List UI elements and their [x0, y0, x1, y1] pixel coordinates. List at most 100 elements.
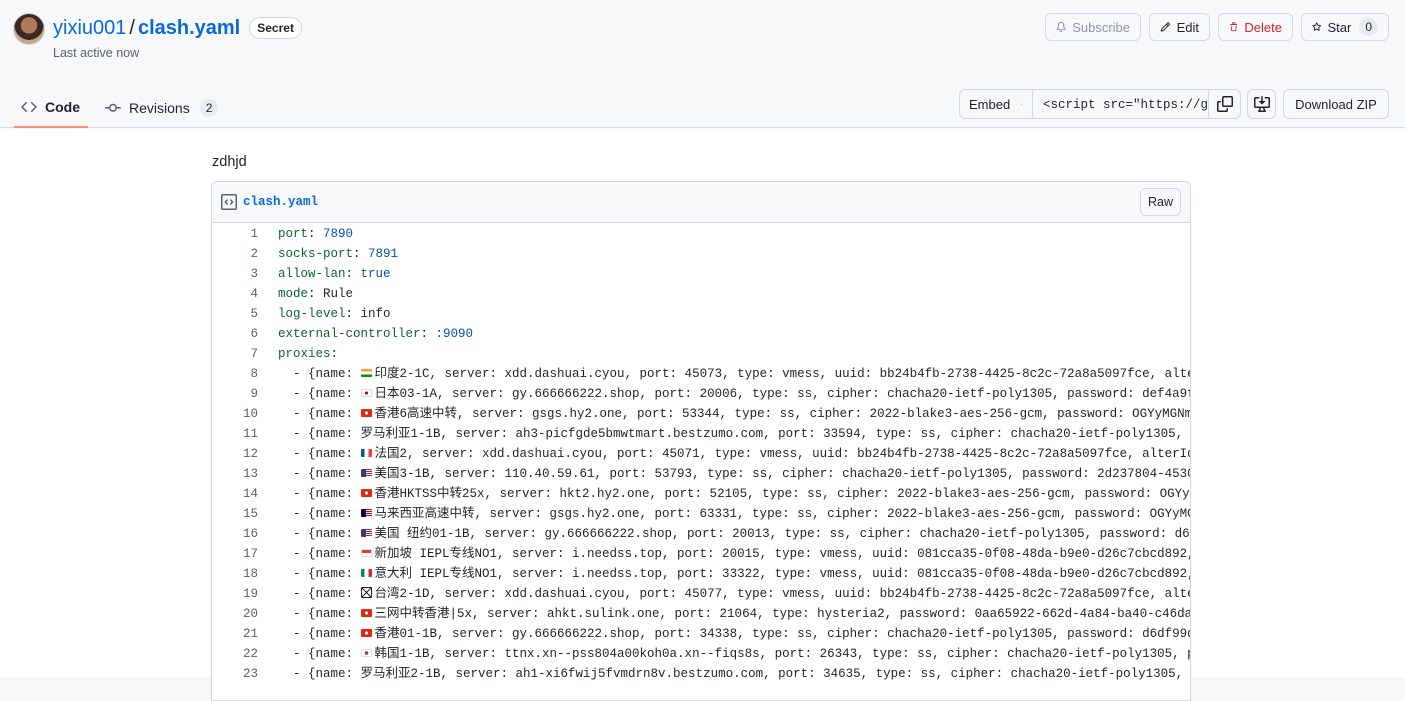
delete-button[interactable]: Delete	[1218, 13, 1293, 41]
code-line: 23 - {name: 罗马利亚2-1B, server: ah1-xi6fwi…	[212, 664, 1190, 684]
in-flag-icon	[360, 369, 372, 377]
yaml-item-prefix: - {name:	[278, 587, 361, 601]
yaml-item-prefix: - {name:	[278, 367, 361, 381]
code-line: 5 log-level: info	[212, 304, 1190, 324]
line-number[interactable]: 22	[212, 644, 262, 664]
yaml-item-body: 美国 纽约01-1B, server: gy.666666222.shop, p…	[374, 527, 1190, 541]
us-flag-icon	[360, 469, 372, 477]
edit-label: Edit	[1176, 19, 1199, 35]
bell-icon	[1056, 21, 1066, 33]
owner-link[interactable]: yixiu001	[53, 17, 126, 40]
line-content: socks-port: 7891	[262, 244, 398, 264]
it-flag-icon	[360, 569, 372, 577]
line-number[interactable]: 19	[212, 584, 262, 604]
file-code-icon	[221, 194, 237, 210]
line-content: - {name: 美国 纽约01-1B, server: gy.66666622…	[262, 524, 1190, 544]
line-number[interactable]: 9	[212, 384, 262, 404]
open-desktop-button[interactable]	[1247, 89, 1276, 119]
line-number[interactable]: 23	[212, 664, 262, 684]
line-number[interactable]: 3	[212, 264, 262, 284]
title-separator: /	[129, 16, 135, 39]
yaml-separator: :	[353, 247, 369, 261]
yaml-item-prefix: - {name:	[278, 467, 361, 481]
line-content: allow-lan: true	[262, 264, 391, 284]
line-number[interactable]: 8	[212, 364, 262, 384]
raw-button[interactable]: Raw	[1140, 188, 1181, 216]
copy-button[interactable]	[1209, 89, 1241, 119]
yaml-item-prefix: - {name:	[278, 527, 361, 541]
yaml-value: :9090	[435, 327, 474, 341]
my-flag-icon	[360, 509, 372, 517]
yaml-separator: :	[308, 227, 324, 241]
tab-code[interactable]: Code	[14, 88, 88, 128]
line-number[interactable]: 18	[212, 564, 262, 584]
secret-badge: Secret	[249, 17, 302, 39]
embed-select[interactable]: Embed	[959, 89, 1033, 119]
yaml-item-body: 香港HKTSS中转25x, server: hkt2.hy2.one, port…	[374, 487, 1190, 501]
code-line: 15 - {name: 马来西亚高速中转, server: gsgs.hy2.o…	[212, 504, 1190, 524]
line-content: port: 7890	[262, 224, 353, 244]
line-number[interactable]: 20	[212, 604, 262, 624]
line-number[interactable]: 21	[212, 624, 262, 644]
code-line: 18 - {name: 意大利 IEPL专线NO1, server: i.nee…	[212, 564, 1190, 584]
line-content: - {name: 三网中转香港|5x, server: ahkt.sulink.…	[262, 604, 1190, 624]
avatar[interactable]	[13, 13, 45, 45]
line-number[interactable]: 7	[212, 344, 262, 364]
line-number[interactable]: 6	[212, 324, 262, 344]
file-name-link[interactable]: clash.yaml	[243, 195, 318, 209]
line-number[interactable]: 12	[212, 444, 262, 464]
star-button[interactable]: Star 0	[1301, 13, 1389, 41]
line-number[interactable]: 15	[212, 504, 262, 524]
line-number[interactable]: 10	[212, 404, 262, 424]
git-commit-icon	[105, 103, 121, 112]
yaml-item-prefix: - {name:	[278, 627, 361, 641]
line-content: log-level: info	[262, 304, 391, 324]
kr-flag-icon	[360, 649, 372, 657]
line-number[interactable]: 16	[212, 524, 262, 544]
code-line: 12 - {name: 法国2, server: xdd.dashuai.cyo…	[212, 444, 1190, 464]
line-content: - {name: 意大利 IEPL专线NO1, server: i.needss…	[262, 564, 1190, 584]
yaml-item-prefix: - {name:	[278, 607, 361, 621]
gist-description: zdhjd	[212, 154, 247, 170]
line-content: mode: Rule	[262, 284, 353, 304]
line-content: - {name: 法国2, server: xdd.dashuai.cyou, …	[262, 444, 1190, 464]
subscribe-button[interactable]: Subscribe	[1045, 13, 1141, 41]
line-number[interactable]: 13	[212, 464, 262, 484]
yaml-key: allow-lan	[278, 267, 346, 281]
yaml-key: external-controller	[278, 327, 421, 341]
yaml-key: port	[278, 227, 309, 241]
file-box: clash.yaml Raw 1 port: 7890 2 socks-port: 7…	[211, 181, 1191, 701]
sg-flag-icon	[360, 549, 372, 557]
download-zip-button[interactable]: Download ZIP	[1283, 89, 1389, 119]
line-number[interactable]: 14	[212, 484, 262, 504]
jp-flag-icon	[360, 389, 372, 397]
embed-url-input[interactable]: <script src="https://gist.github.com/yix…	[1033, 89, 1209, 119]
embed-label: Embed	[969, 96, 1011, 112]
triangle-down-icon	[1020, 103, 1023, 105]
line-content: - {name: 罗马利亚1-1B, server: ah3-picfgde5b…	[262, 424, 1190, 444]
embed-group: Embed <script src="https://gist.github.c…	[959, 89, 1241, 119]
line-number[interactable]: 11	[212, 424, 262, 444]
edit-button[interactable]: Edit	[1149, 13, 1210, 41]
line-number[interactable]: 4	[212, 284, 262, 304]
hk-flag-icon	[360, 609, 372, 617]
code-line: 13 - {name: 美国3-1B, server: 110.40.59.61…	[212, 464, 1190, 484]
line-number[interactable]: 2	[212, 244, 262, 264]
code-line: 6 external-controller: :9090	[212, 324, 1190, 344]
line-content: proxies:	[262, 344, 338, 364]
desktop-download-icon	[1253, 96, 1270, 112]
line-number[interactable]: 1	[212, 224, 262, 244]
tab-revisions[interactable]: Revisions 2	[98, 88, 225, 128]
gist-name-link[interactable]: clash.yaml	[138, 17, 240, 40]
yaml-item-body: 印度2-1C, server: xdd.dashuai.cyou, port: …	[374, 367, 1190, 381]
code-line: 7 proxies:	[212, 344, 1190, 364]
fr-flag-icon	[360, 449, 372, 457]
yaml-key: socks-port	[278, 247, 354, 261]
code-line: 3 allow-lan: true	[212, 264, 1190, 284]
line-number[interactable]: 17	[212, 544, 262, 564]
yaml-item-prefix: - {name:	[278, 667, 361, 681]
line-number[interactable]: 5	[212, 304, 262, 324]
code-line: 1 port: 7890	[212, 224, 1190, 244]
line-content: - {name: 罗马利亚2-1B, server: ah1-xi6fwij5f…	[262, 664, 1190, 684]
yaml-value: 7890	[323, 227, 354, 241]
